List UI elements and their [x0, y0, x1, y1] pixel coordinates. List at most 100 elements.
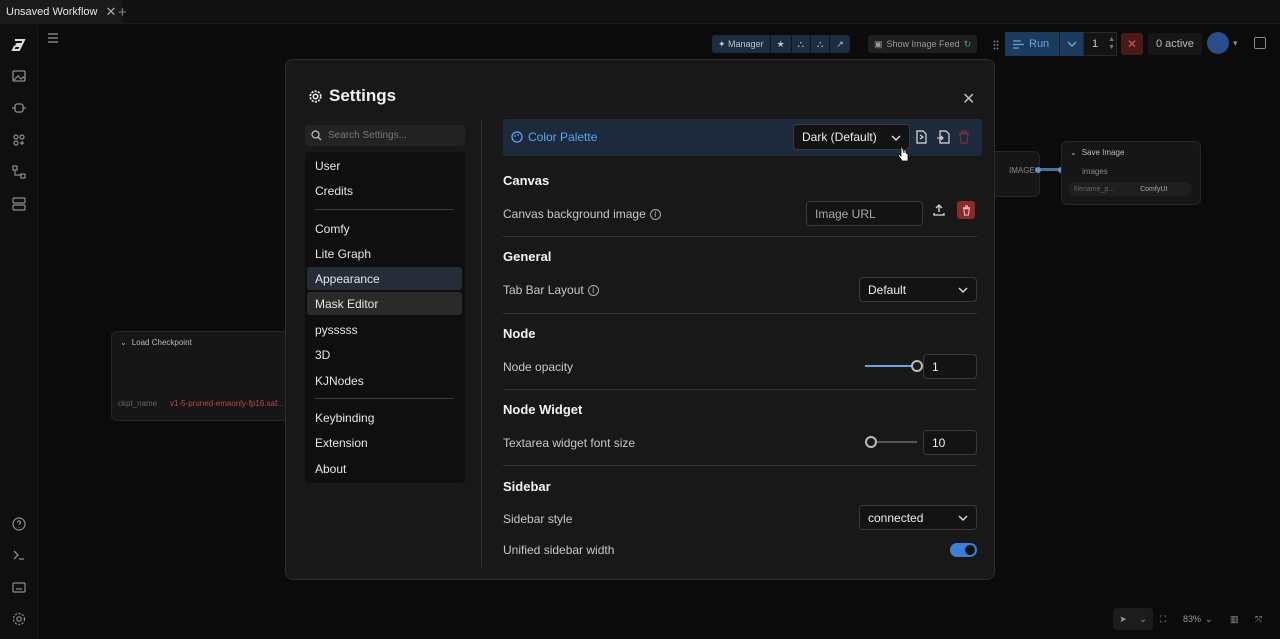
color-palette-row: Color Palette Dark (Default) [503, 119, 982, 156]
slider-fill [865, 365, 917, 367]
forward-button[interactable]: ↗ [830, 35, 850, 53]
export-palette-icon[interactable] [914, 130, 928, 144]
tab-title: Unsaved Workflow [6, 6, 98, 18]
info-icon[interactable]: i [649, 208, 661, 220]
collapse-chevron-icon[interactable]: ⌄ [120, 338, 127, 347]
arrow-icon: ↗ [836, 38, 844, 49]
font-size-input[interactable]: 10 [923, 430, 977, 455]
drag-handle-icon[interactable] [993, 40, 999, 50]
section-node: Node [503, 326, 536, 341]
cancel-queue-button[interactable]: ✕ [1121, 33, 1143, 55]
divider [503, 389, 977, 390]
images-icon[interactable] [11, 68, 27, 84]
share-button-2[interactable]: ⛬ [811, 35, 831, 53]
upload-image-button[interactable] [930, 201, 948, 219]
search-placeholder: Search Settings... [328, 130, 407, 141]
help-icon[interactable] [11, 516, 27, 532]
slider-thumb[interactable] [911, 360, 923, 372]
comfy-logo-icon[interactable] [11, 37, 27, 53]
tab-bar-layout-select[interactable]: Default [859, 277, 977, 302]
info-icon[interactable]: i [587, 284, 599, 296]
avatar[interactable] [1207, 32, 1229, 54]
section-general: General [503, 249, 552, 264]
trash-icon [962, 204, 970, 216]
workflows-icon[interactable] [11, 164, 27, 180]
close-icon[interactable]: ✕ [106, 4, 117, 20]
new-tab-button[interactable]: + [118, 4, 127, 21]
menu-icon[interactable] [47, 33, 59, 43]
canvas-bg-url-input[interactable]: Image URL [806, 201, 923, 226]
settings-search-input[interactable]: Search Settings... [305, 125, 465, 146]
settings-icon[interactable] [11, 611, 27, 627]
models-icon[interactable] [11, 132, 27, 148]
unified-sidebar-width-toggle[interactable] [950, 543, 977, 557]
category-credits[interactable]: Credits [307, 179, 462, 202]
show-image-feed-button[interactable]: ▣ Show Image Feed ↻ [868, 35, 978, 53]
manager-button[interactable]: ✦ Manager [712, 35, 771, 53]
output-slot[interactable] [1035, 167, 1041, 173]
run-mode-dropdown[interactable] [1059, 32, 1083, 56]
category-kjnodes[interactable]: KJNodes [307, 369, 462, 392]
keyboard-icon[interactable] [11, 579, 27, 595]
slider-thumb[interactable] [865, 436, 877, 448]
section-node-widget: Node Widget [503, 402, 583, 417]
chevron-down-icon[interactable]: ▾ [1233, 38, 1238, 49]
collapse-chevron-icon[interactable]: ⌄ [1070, 148, 1077, 157]
category-extension[interactable]: Extension [307, 431, 462, 454]
fit-view-button[interactable]: ⛶ [1160, 608, 1166, 630]
share-icon: ⛬ [797, 38, 804, 49]
category-keybinding[interactable]: Keybinding [307, 406, 462, 429]
node-field-value[interactable]: v1-5-pruned-emaonly-fp16.saf... [170, 399, 284, 408]
delete-palette-icon[interactable] [957, 130, 971, 144]
chevron-down-icon [1066, 41, 1077, 47]
top-tab-bar: Unsaved Workflow ✕ + [0, 0, 1280, 24]
run-button[interactable]: Run [1005, 32, 1059, 56]
select-mode-button[interactable]: ➤ ⌄ [1113, 608, 1153, 630]
divider [503, 465, 977, 466]
close-dialog-button[interactable]: ✕ [962, 89, 975, 109]
links-icon: ⤧ [1255, 613, 1263, 624]
terminal-icon[interactable] [11, 547, 27, 563]
share-button-1[interactable]: ⛬ [792, 35, 811, 53]
node-widget-filename[interactable]: filename_p... ComfyUI [1068, 182, 1192, 196]
queue-count-input[interactable]: 1 ▲ ▼ [1083, 32, 1117, 56]
manager-toolbar: ✦ Manager ★ ⛬ ⛬ ↗ [712, 35, 850, 53]
font-size-slider[interactable] [865, 436, 917, 448]
nodes-icon[interactable] [11, 100, 27, 116]
run-control: Run 1 ▲ ▼ [1005, 32, 1117, 56]
color-palette-select[interactable]: Dark (Default) [793, 124, 910, 150]
map-icon: ▥ [1230, 613, 1239, 624]
hide-links-button[interactable]: ⤧ [1255, 608, 1262, 630]
tab-workflow[interactable]: Unsaved Workflow ✕ [0, 0, 123, 24]
sidebar-style-select[interactable]: connected [859, 505, 977, 530]
star-icon: ★ [776, 38, 785, 49]
minimap-button[interactable]: ▥ [1230, 608, 1239, 630]
divider [315, 209, 454, 210]
category-appearance[interactable]: Appearance [307, 267, 462, 290]
clear-image-button[interactable] [957, 201, 975, 219]
import-palette-icon[interactable] [936, 130, 950, 144]
node-opacity-input[interactable]: 1 [923, 354, 977, 379]
templates-icon[interactable] [11, 196, 27, 212]
settings-category-list: User Credits Comfy Lite Graph Appearance… [305, 152, 465, 483]
mouse-cursor-icon [897, 146, 909, 162]
active-jobs-button[interactable]: 0 active [1148, 33, 1202, 55]
node-partial[interactable]: IMAGE [990, 151, 1040, 197]
node-opacity-slider[interactable] [865, 360, 923, 372]
node-load-checkpoint[interactable]: ⌄ Load Checkpoint ckpt_name v1-5-pruned-e… [111, 331, 301, 421]
toggle-panel-icon[interactable] [1254, 37, 1266, 49]
setting-tab-bar-label: Tab Bar Layout i [503, 283, 599, 297]
category-user[interactable]: User [307, 154, 462, 177]
category-3d[interactable]: 3D [307, 343, 462, 366]
category-lite-graph[interactable]: Lite Graph [307, 242, 462, 265]
star-button[interactable]: ★ [771, 35, 792, 53]
node-title: Load Checkpoint [131, 337, 192, 347]
category-comfy[interactable]: Comfy [307, 217, 462, 240]
category-mask-editor[interactable]: Mask Editor [307, 292, 462, 315]
stepper-icon[interactable]: ▲ ▼ [1108, 36, 1115, 52]
fit-view-icon: ⛶ [1160, 613, 1167, 624]
category-about[interactable]: About [307, 457, 462, 480]
category-pysssss[interactable]: pysssss [307, 318, 462, 341]
node-save-image[interactable]: ⌄ Save Image images filename_p... ComfyUI [1061, 141, 1201, 205]
zoom-control[interactable]: 83% ⌄ [1183, 608, 1213, 630]
